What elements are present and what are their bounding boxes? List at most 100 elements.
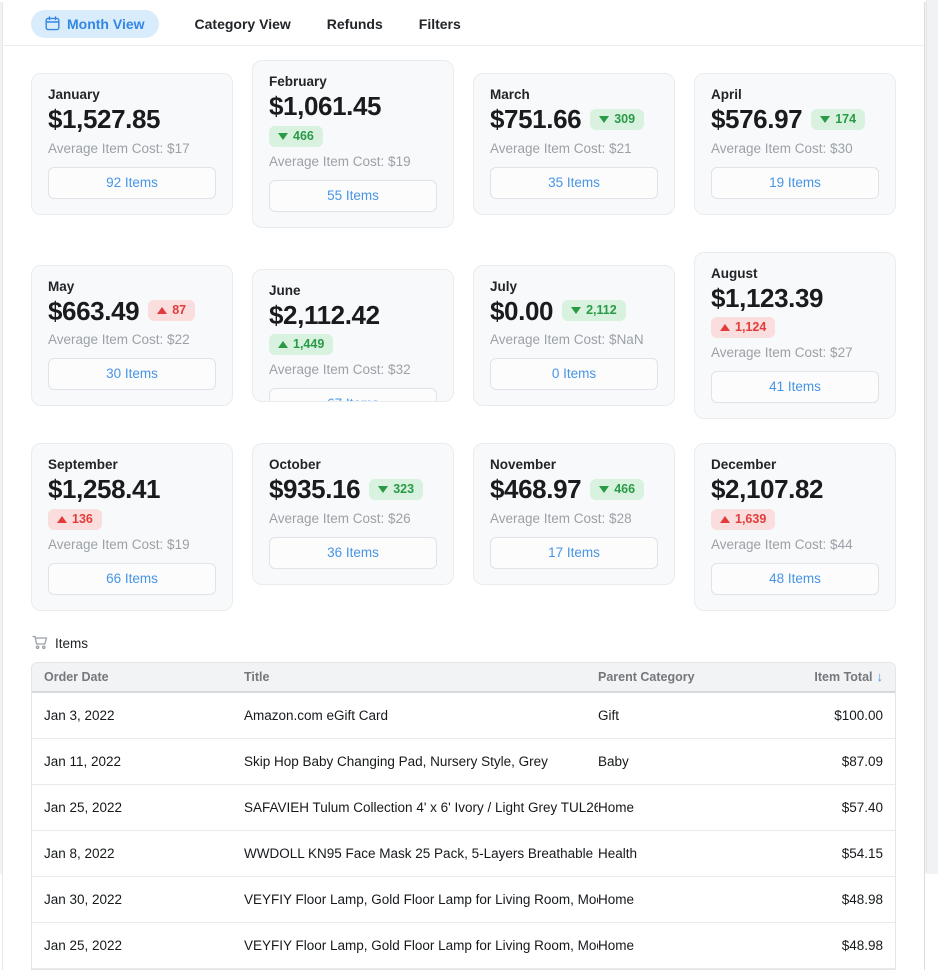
arrow-up-icon [720,324,730,331]
month-items-button[interactable]: 0 Items [490,358,658,390]
month-card-september: September$1,258.41136Average Item Cost: … [31,443,233,611]
month-amount-row: $576.97174 [711,105,879,134]
change-badge: 136 [48,509,102,530]
month-amount-row: $751.66 309 [490,105,658,134]
items-table-header: Order DateTitleParent CategoryItem Total… [32,663,895,693]
tab-category-view[interactable]: Category View [195,10,291,38]
items-section-label: Items [55,636,88,651]
month-card-october: October$935.16323Average Item Cost: $263… [252,443,454,585]
month-card-january: January$1,527.85Average Item Cost: $1792… [31,73,233,215]
month-amount-row: $663.4987 [48,297,216,326]
col-header-parent-category[interactable]: Parent Category [598,670,773,684]
cell-parent-category: Home [598,800,773,815]
month-name: August [711,266,879,281]
average-item-cost: Average Item Cost: $19 [48,537,216,552]
items-table: Order DateTitleParent CategoryItem Total… [31,662,896,970]
table-row[interactable]: Jan 3, 2022Amazon.com eGift CardGift$100… [32,693,895,739]
month-amount-row: $1,258.41 136 [48,475,216,530]
col-header-label: Item Total [814,670,872,684]
change-badge: 323 [369,479,423,500]
change-badge-value: 466 [614,482,635,497]
cell-title: Amazon.com eGift Card [244,708,598,723]
card-row-3: September$1,258.41136Average Item Cost: … [31,443,896,611]
month-items-button[interactable]: 48 Items [711,563,879,595]
tab-filters[interactable]: Filters [419,10,461,38]
change-badge: 1,449 [269,334,333,355]
month-amount-row: $468.97 466 [490,475,658,504]
month-total: $468.97 [490,475,581,504]
month-name: May [48,279,216,294]
arrow-up-icon [57,516,67,523]
cell-parent-category: Home [598,938,773,953]
cell-item-total: $57.40 [773,800,883,815]
month-items-button[interactable]: 35 Items [490,167,658,199]
change-badge-value: 87 [172,303,186,318]
month-total: $1,527.85 [48,105,160,134]
col-header-label: Title [244,670,269,684]
month-name: January [48,87,216,102]
table-row[interactable]: Jan 8, 2022WWDOLL KN95 Face Mask 25 Pack… [32,831,895,877]
month-total: $2,112.42 [269,301,437,330]
month-card-november: November$468.97466Average Item Cost: $28… [473,443,675,585]
tab-month-view[interactable]: Month View [31,10,159,38]
tab-label: Filters [419,16,461,32]
tab-label: Refunds [327,16,383,32]
col-header-order-date[interactable]: Order Date [44,670,244,684]
month-total: $751.66 [490,105,581,134]
average-item-cost: Average Item Cost: $30 [711,141,879,156]
month-items-button[interactable]: 17 Items [490,537,658,569]
month-total: $1,061.45 [269,92,381,121]
arrow-down-icon [378,486,388,493]
cell-order-date: Jan 8, 2022 [44,846,244,861]
cart-icon [32,635,48,653]
cell-order-date: Jan 11, 2022 [44,754,244,769]
month-amount-row: $1,527.85 [48,105,216,134]
month-card-march: March$751.66309Average Item Cost: $2135 … [473,73,675,215]
month-items-button[interactable]: 41 Items [711,371,879,403]
page: Month View Category View Refunds Filters Ja… [2,2,925,970]
cell-item-total: $54.15 [773,846,883,861]
month-items-button[interactable]: 36 Items [269,537,437,569]
table-row[interactable]: Jan 25, 2022VEYFIY Floor Lamp, Gold Floo… [32,923,895,969]
table-row[interactable]: Jan 25, 2022SAFAVIEH Tulum Collection 4'… [32,785,895,831]
change-badge: 1,639 [711,509,775,530]
col-header-label: Order Date [44,670,109,684]
arrow-up-icon [157,307,167,314]
month-total: $1,258.41 [48,475,160,504]
col-header-item-total[interactable]: Item Total↓ [773,669,883,684]
month-total: $0.00 [490,297,553,326]
calendar-icon [45,16,60,31]
month-total: $2,107.82 [711,475,879,504]
tab-refunds[interactable]: Refunds [327,10,383,38]
change-badge-value: 2,112 [586,303,617,318]
month-items-button[interactable]: 66 Items [48,563,216,595]
month-items-button[interactable]: 67 Items [269,388,437,401]
change-badge-value: 323 [393,482,414,497]
average-item-cost: Average Item Cost: $22 [48,332,216,347]
month-card-february: February$1,061.45466Average Item Cost: $… [252,60,454,228]
month-items-button[interactable]: 55 Items [269,180,437,212]
change-badge-value: 136 [72,512,93,527]
items-section-title: Items [32,635,896,653]
average-item-cost: Average Item Cost: $21 [490,141,658,156]
cell-title: WWDOLL KN95 Face Mask 25 Pack, 5-Layers … [244,846,598,861]
table-row[interactable]: Jan 30, 2022VEYFIY Floor Lamp, Gold Floo… [32,877,895,923]
month-amount-row: $935.16323 [269,475,437,504]
arrow-down-icon [599,486,609,493]
month-card-august: August$1,123.391,124Average Item Cost: $… [694,252,896,420]
change-badge: 309 [590,109,644,130]
month-items-button[interactable]: 30 Items [48,358,216,390]
arrow-down-icon [820,116,830,123]
month-items-button[interactable]: 92 Items [48,167,216,199]
col-header-title[interactable]: Title [244,670,598,684]
month-cards-grid: January$1,527.85Average Item Cost: $1792… [3,46,924,611]
month-items-button[interactable]: 19 Items [711,167,879,199]
month-name: June [269,283,437,298]
scrollbar[interactable] [926,0,938,872]
month-card-june: June$2,112.421,449Average Item Cost: $32… [252,269,454,402]
tab-label: Category View [195,16,291,32]
table-row[interactable]: Jan 11, 2022Skip Hop Baby Changing Pad, … [32,739,895,785]
cell-parent-category: Gift [598,708,773,723]
change-badge-value: 174 [835,112,856,127]
tabbar: Month View Category View Refunds Filters [3,2,924,46]
